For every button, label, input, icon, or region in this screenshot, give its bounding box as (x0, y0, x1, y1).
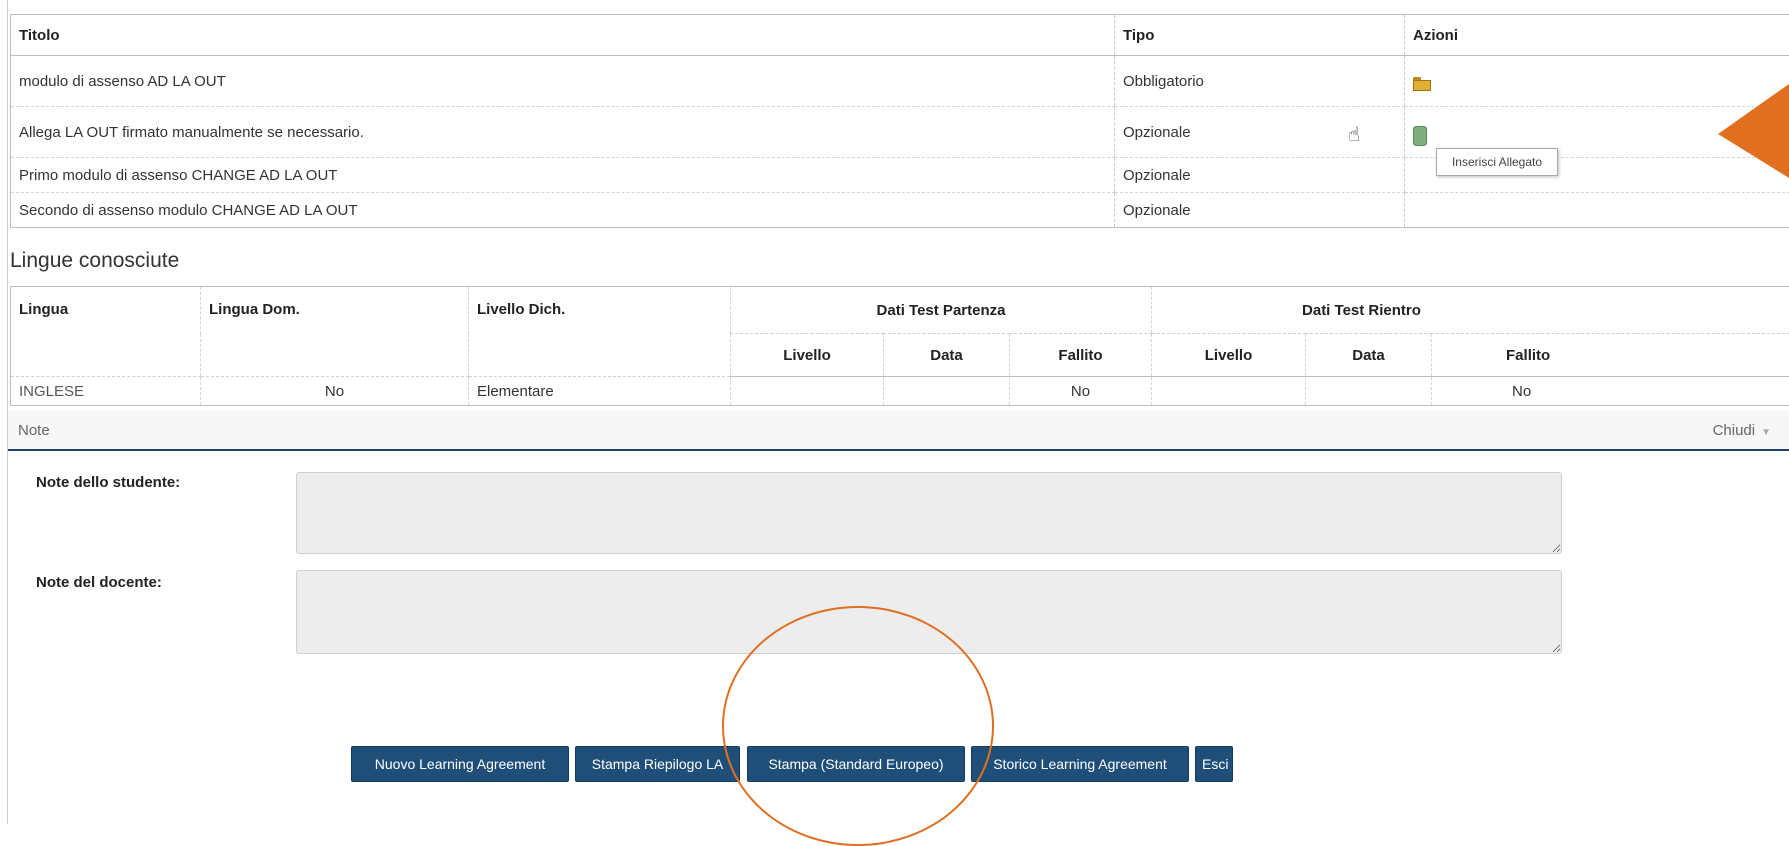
table-header-row: Lingua Lingua Dom. Livello Dich. Dati Te… (11, 287, 1789, 334)
cell-tipo: Opzionale (1115, 158, 1405, 193)
cell-titolo: Allega LA OUT firmato manualmente se nec… (11, 107, 1115, 158)
table-row: Secondo di assenso modulo CHANGE AD LA O… (11, 193, 1789, 228)
cell-part-data (884, 377, 1010, 406)
table-header-row: Titolo Tipo Azioni (11, 15, 1789, 56)
col-header-rient-data: Data (1306, 334, 1432, 377)
cell-part-fallito: No (1010, 377, 1152, 406)
cell-livello-dich: Elementare (469, 377, 731, 406)
col-header-lingua-dom: Lingua Dom. (201, 287, 469, 377)
col-header-rientro: Dati Test Rientro (1152, 287, 1789, 334)
col-header-rient-livello: Livello (1152, 334, 1306, 377)
cell-rient-data (1306, 377, 1432, 406)
storico-learning-agreement-button[interactable]: Storico Learning Agreement (971, 746, 1189, 782)
col-header-titolo: Titolo (11, 15, 1115, 56)
cell-part-livello (731, 377, 884, 406)
cell-azioni (1405, 193, 1789, 228)
cell-tipo: Opzionale (1115, 107, 1405, 158)
notes-toggle-label: Chiudi (1713, 422, 1756, 439)
cell-tipo: Obbligatorio (1115, 56, 1405, 107)
student-notes-label: Note dello studente: (36, 474, 180, 491)
cell-tipo: Opzionale (1115, 193, 1405, 228)
notes-panel-label: Note (18, 422, 50, 439)
chevron-down-icon: ▼ (1761, 427, 1771, 438)
notes-toggle[interactable]: Chiudi ▼ (1713, 422, 1771, 439)
cell-azioni (1405, 56, 1789, 107)
hand-cursor-icon: ☝ (1348, 122, 1360, 147)
teacher-notes-label: Note del docente: (36, 574, 162, 591)
col-header-azioni: Azioni (1405, 15, 1789, 56)
col-header-partenza: Dati Test Partenza (731, 287, 1152, 334)
notes-panel-header: Note Chiudi ▼ (8, 411, 1789, 451)
attachments-table: Titolo Tipo Azioni modulo di assenso AD … (10, 14, 1789, 228)
folder-open-icon[interactable] (1413, 77, 1431, 91)
section-title-lingue: Lingue conosciute (10, 249, 179, 273)
student-notes-field[interactable] (296, 472, 1562, 554)
stampa-riepilogo-button[interactable]: Stampa Riepilogo LA (575, 746, 740, 782)
stampa-standard-europeo-button[interactable]: Stampa (Standard Europeo) (747, 746, 965, 782)
col-header-part-livello: Livello (731, 334, 884, 377)
cell-titolo: modulo di assenso AD LA OUT (11, 56, 1115, 107)
cell-titolo: Secondo di assenso modulo CHANGE AD LA O… (11, 193, 1115, 228)
col-header-rient-fallito: Fallito (1432, 334, 1789, 377)
col-header-lingua: Lingua (11, 287, 201, 377)
col-header-part-data: Data (884, 334, 1010, 377)
cell-rient-livello (1152, 377, 1306, 406)
teacher-notes-field[interactable] (296, 570, 1562, 654)
cell-lingua-dom: No (201, 377, 469, 406)
cell-titolo: Primo modulo di assenso CHANGE AD LA OUT (11, 158, 1115, 193)
table-row: INGLESE No Elementare No No (11, 377, 1789, 406)
col-header-part-fallito: Fallito (1010, 334, 1152, 377)
nuovo-learning-agreement-button[interactable]: Nuovo Learning Agreement (351, 746, 569, 782)
cell-lingua: INGLESE (11, 377, 201, 406)
col-header-livello-dich: Livello Dich. (469, 287, 731, 377)
table-row: modulo di assenso AD LA OUT Obbligatorio (11, 56, 1789, 107)
tooltip-inserisci-allegato: Inserisci Allegato (1436, 148, 1558, 176)
esci-button[interactable]: Esci (1195, 746, 1233, 782)
cell-rient-fallito: No (1432, 377, 1789, 406)
attach-icon[interactable] (1413, 126, 1427, 146)
languages-table: Lingua Lingua Dom. Livello Dich. Dati Te… (10, 286, 1789, 406)
col-header-tipo: Tipo (1115, 15, 1405, 56)
